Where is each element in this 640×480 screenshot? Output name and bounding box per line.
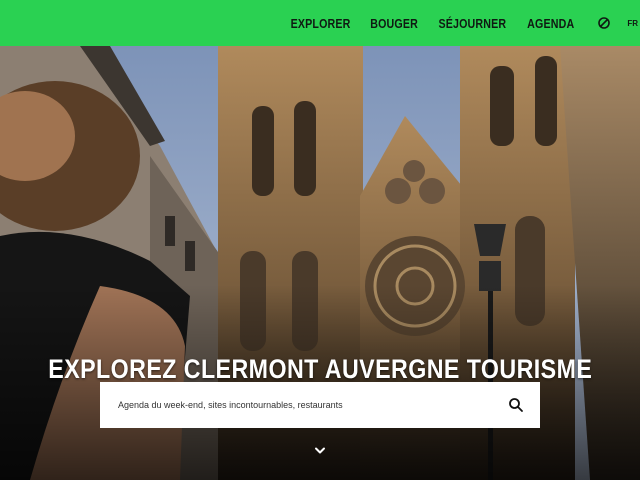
- main-nav: EXPLORER BOUGER SÉJOURNER AGENDA FR: [280, 0, 640, 46]
- nav-item-agenda[interactable]: AGENDA: [527, 16, 574, 31]
- top-navigation-bar: EXPLORER BOUGER SÉJOURNER AGENDA FR: [0, 0, 640, 46]
- hero-section: EXPLOREZ CLERMONT AUVERGNE TOURISME: [0, 46, 640, 480]
- language-switcher[interactable]: FR: [627, 19, 638, 28]
- leaf-icon[interactable]: [593, 12, 615, 34]
- nav-item-explorer[interactable]: EXPLORER: [290, 16, 350, 31]
- nav-item-sejourner[interactable]: SÉJOURNER: [439, 16, 507, 31]
- hero-headline-text: EXPLOREZ CLERMONT AUVERGNE TOURISME: [47, 354, 592, 385]
- nav-item-bouger[interactable]: BOUGER: [370, 16, 418, 31]
- hero-headline: EXPLOREZ CLERMONT AUVERGNE TOURISME: [0, 354, 640, 385]
- chevron-down-icon[interactable]: [313, 444, 327, 458]
- search-input[interactable]: [100, 384, 490, 426]
- search-bar: [100, 382, 540, 428]
- search-icon[interactable]: [508, 397, 524, 413]
